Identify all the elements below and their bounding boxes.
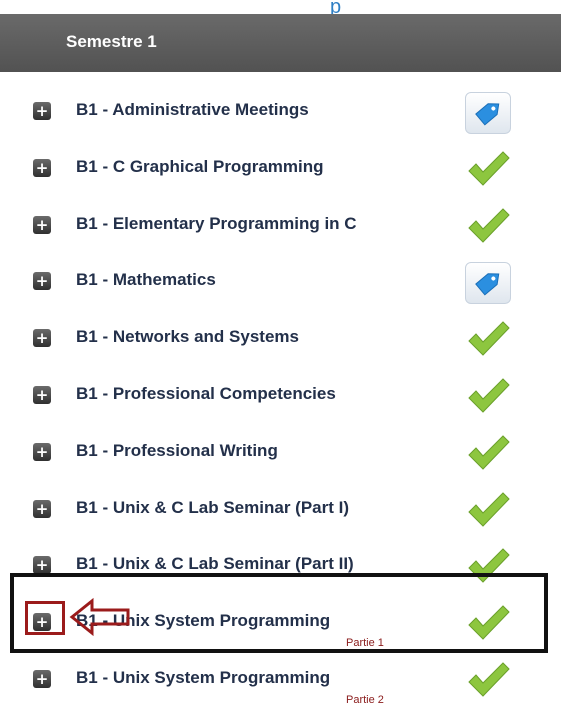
module-label[interactable]: B1 - Elementary Programming in C	[76, 214, 357, 234]
check-icon	[468, 378, 510, 413]
check-icon	[468, 151, 510, 186]
module-row[interactable]: + B1 - Networks and Systems	[0, 307, 561, 364]
check-icon	[468, 662, 510, 697]
module-label[interactable]: B1 - Unix & C Lab Seminar (Part I)	[76, 498, 349, 518]
tag-icon	[465, 92, 511, 134]
annotation-red-square	[25, 601, 65, 635]
module-row[interactable]: + B1 - Professional Competencies	[0, 364, 561, 421]
tag-icon	[465, 262, 511, 305]
module-row[interactable]: + B1 - Mathematics	[0, 250, 561, 307]
expand-plus-icon[interactable]: +	[33, 215, 51, 234]
check-icon	[468, 207, 510, 243]
module-label[interactable]: B1 - Unix System Programming	[76, 668, 330, 688]
module-row[interactable]: + B1 - Unix System Programming Partie 2	[0, 648, 561, 706]
expand-plus-icon[interactable]: +	[33, 102, 51, 120]
expand-plus-icon[interactable]: +	[33, 272, 51, 291]
module-label[interactable]: B1 - Professional Writing	[76, 441, 278, 461]
check-icon	[468, 321, 510, 356]
module-label[interactable]: B1 - C Graphical Programming	[76, 157, 324, 177]
semester-header: Semestre 1	[0, 14, 561, 72]
module-label[interactable]: B1 - Administrative Meetings	[76, 100, 309, 120]
semester-title: Semestre 1	[66, 32, 157, 51]
annotation-arrow-icon	[69, 597, 130, 637]
check-icon	[468, 491, 510, 527]
expand-plus-icon[interactable]: +	[33, 556, 51, 575]
module-row[interactable]: + B1 - Unix & C Lab Seminar (Part I)	[0, 478, 561, 535]
module-label[interactable]: B1 - Networks and Systems	[76, 327, 299, 347]
module-label[interactable]: B1 - Mathematics	[76, 270, 216, 290]
expand-plus-icon[interactable]: +	[33, 442, 51, 461]
module-row[interactable]: + B1 - Elementary Programming in C	[0, 194, 561, 251]
check-icon	[468, 435, 510, 470]
module-row[interactable]: + B1 - C Graphical Programming	[0, 137, 561, 194]
module-label[interactable]: B1 - Professional Competencies	[76, 384, 336, 404]
module-label[interactable]: B1 - Unix & C Lab Seminar (Part II)	[76, 554, 354, 574]
module-row[interactable]: + B1 - Professional Writing	[0, 421, 561, 478]
expand-plus-icon[interactable]: +	[33, 158, 51, 177]
expand-plus-icon[interactable]: +	[33, 329, 51, 348]
expand-plus-icon[interactable]: +	[33, 499, 51, 518]
expand-plus-icon[interactable]: +	[33, 385, 51, 404]
expand-plus-icon[interactable]: +	[33, 669, 51, 688]
module-sub-label: Partie 2	[346, 693, 384, 706]
module-row[interactable]: + B1 - Administrative Meetings	[0, 80, 561, 137]
